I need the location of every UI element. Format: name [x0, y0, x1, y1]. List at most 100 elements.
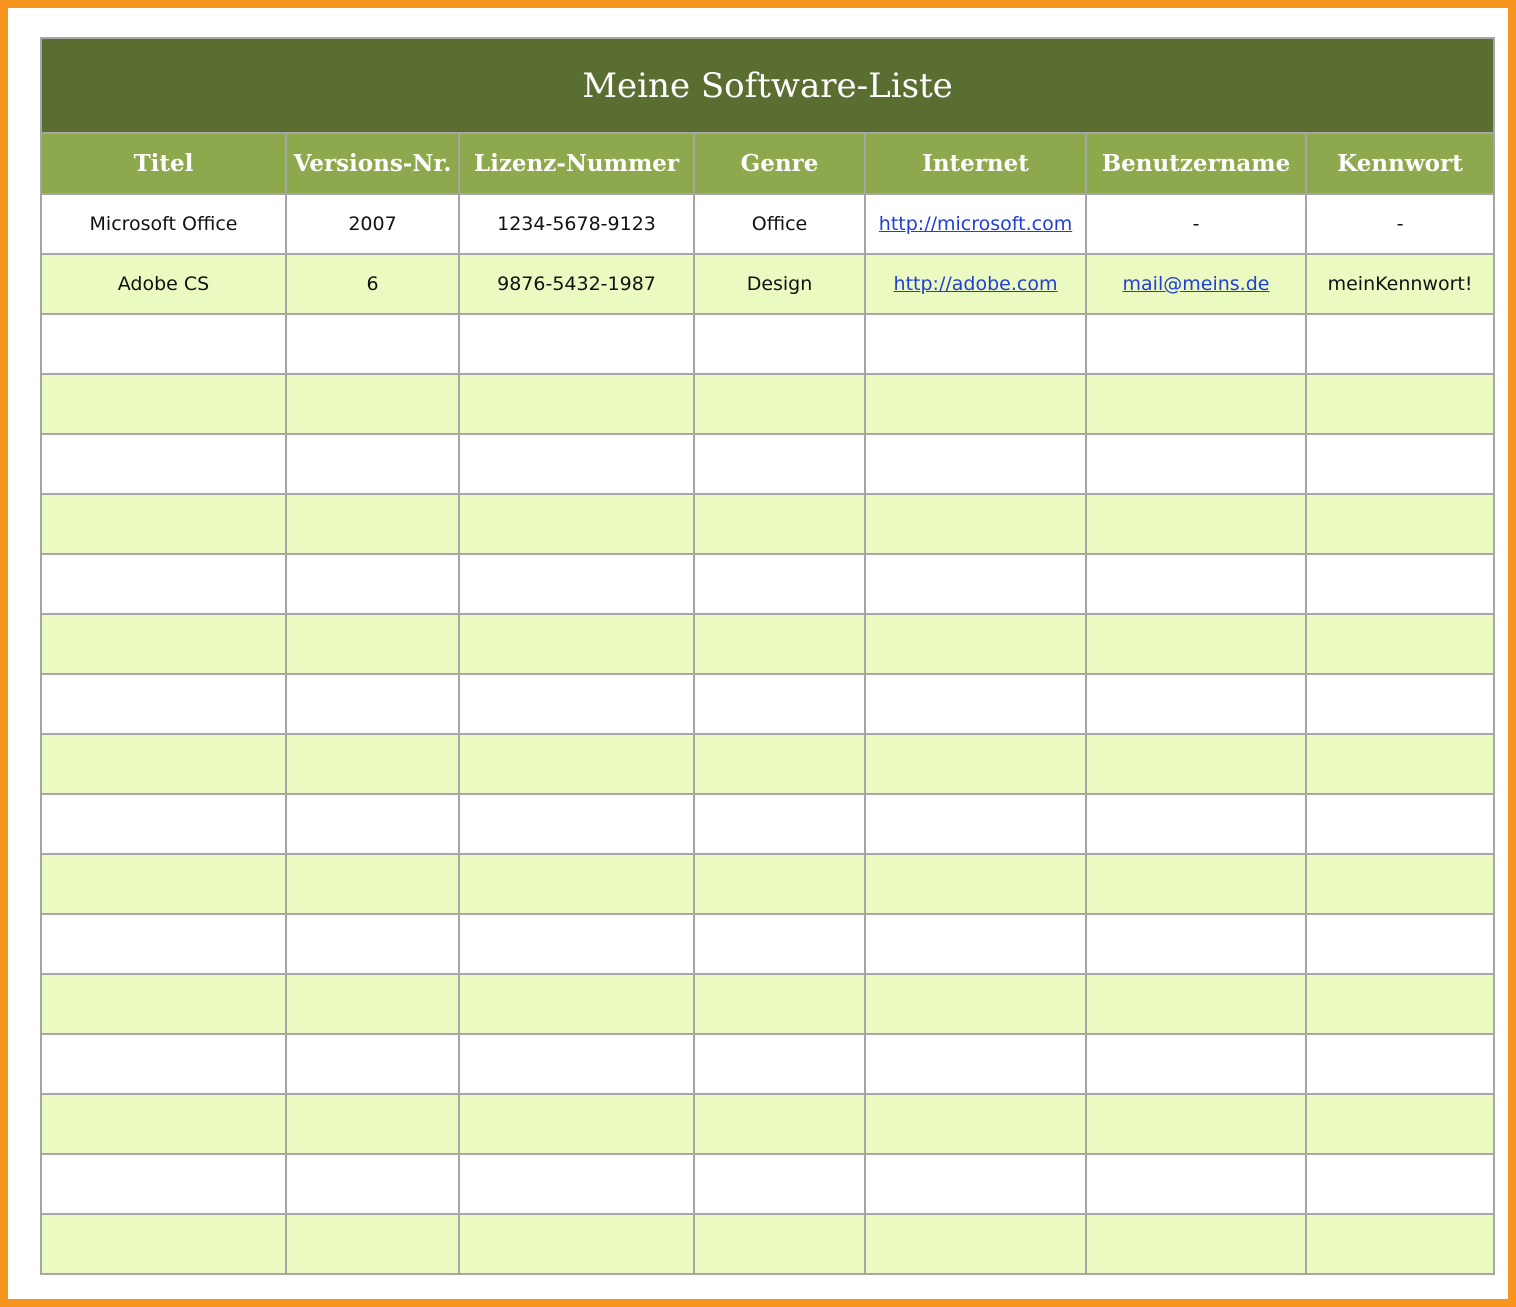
empty-cell-benutzername[interactable] [1085, 673, 1307, 735]
empty-cell-internet[interactable] [864, 853, 1087, 915]
empty-cell-version[interactable] [285, 913, 460, 975]
empty-cell-kennwort[interactable] [1304, 1093, 1496, 1155]
empty-cell-genre[interactable] [693, 1033, 866, 1095]
empty-cell-version[interactable] [285, 673, 460, 735]
empty-cell-genre[interactable] [693, 793, 866, 855]
cell-titel[interactable]: Adobe CS [40, 253, 287, 315]
empty-cell-internet[interactable] [864, 493, 1087, 555]
empty-cell-internet[interactable] [864, 313, 1087, 375]
empty-cell-version[interactable] [285, 493, 460, 555]
empty-cell-lizenz[interactable] [458, 1213, 695, 1275]
cell-titel[interactable]: Microsoft Office [40, 193, 287, 255]
empty-cell-titel[interactable] [40, 1093, 287, 1155]
empty-cell-lizenz[interactable] [458, 973, 695, 1035]
empty-cell-kennwort[interactable] [1304, 973, 1496, 1035]
empty-cell-kennwort[interactable] [1304, 373, 1496, 435]
empty-cell-titel[interactable] [40, 733, 287, 795]
cell-benutzername[interactable]: - [1085, 193, 1307, 255]
cell-lizenz[interactable]: 1234-5678-9123 [458, 193, 695, 255]
cell-genre[interactable]: Design [693, 253, 866, 315]
empty-cell-internet[interactable] [864, 793, 1087, 855]
empty-cell-benutzername[interactable] [1085, 793, 1307, 855]
empty-cell-titel[interactable] [40, 373, 287, 435]
internet-link[interactable]: http://microsoft.com [879, 213, 1072, 235]
empty-cell-genre[interactable] [693, 1213, 866, 1275]
empty-cell-version[interactable] [285, 853, 460, 915]
empty-cell-genre[interactable] [693, 1093, 866, 1155]
empty-cell-version[interactable] [285, 313, 460, 375]
empty-cell-internet[interactable] [864, 1093, 1087, 1155]
empty-cell-titel[interactable] [40, 493, 287, 555]
empty-cell-lizenz[interactable] [458, 913, 695, 975]
empty-cell-kennwort[interactable] [1304, 1153, 1496, 1215]
empty-cell-benutzername[interactable] [1085, 613, 1307, 675]
empty-cell-internet[interactable] [864, 613, 1087, 675]
empty-cell-version[interactable] [285, 1033, 460, 1095]
empty-cell-genre[interactable] [693, 433, 866, 495]
empty-cell-genre[interactable] [693, 1153, 866, 1215]
empty-cell-titel[interactable] [40, 1153, 287, 1215]
empty-cell-titel[interactable] [40, 853, 287, 915]
empty-cell-genre[interactable] [693, 493, 866, 555]
empty-cell-lizenz[interactable] [458, 433, 695, 495]
empty-cell-kennwort[interactable] [1304, 673, 1496, 735]
empty-cell-kennwort[interactable] [1304, 793, 1496, 855]
cell-internet[interactable]: http://adobe.com [864, 253, 1087, 315]
empty-cell-kennwort[interactable] [1304, 553, 1496, 615]
empty-cell-version[interactable] [285, 613, 460, 675]
empty-cell-titel[interactable] [40, 793, 287, 855]
empty-cell-version[interactable] [285, 733, 460, 795]
empty-cell-lizenz[interactable] [458, 493, 695, 555]
empty-cell-version[interactable] [285, 553, 460, 615]
empty-cell-internet[interactable] [864, 733, 1087, 795]
empty-cell-genre[interactable] [693, 913, 866, 975]
empty-cell-kennwort[interactable] [1304, 1033, 1496, 1095]
empty-cell-titel[interactable] [40, 313, 287, 375]
empty-cell-benutzername[interactable] [1085, 373, 1307, 435]
empty-cell-lizenz[interactable] [458, 733, 695, 795]
empty-cell-titel[interactable] [40, 613, 287, 675]
empty-cell-benutzername[interactable] [1085, 973, 1307, 1035]
empty-cell-lizenz[interactable] [458, 313, 695, 375]
empty-cell-benutzername[interactable] [1085, 913, 1307, 975]
empty-cell-benutzername[interactable] [1085, 1153, 1307, 1215]
cell-kennwort[interactable]: - [1304, 193, 1496, 255]
empty-cell-lizenz[interactable] [458, 793, 695, 855]
cell-internet[interactable]: http://microsoft.com [864, 193, 1087, 255]
empty-cell-kennwort[interactable] [1304, 493, 1496, 555]
empty-cell-internet[interactable] [864, 1153, 1087, 1215]
empty-cell-benutzername[interactable] [1085, 313, 1307, 375]
empty-cell-internet[interactable] [864, 553, 1087, 615]
cell-genre[interactable]: Office [693, 193, 866, 255]
empty-cell-lizenz[interactable] [458, 613, 695, 675]
empty-cell-titel[interactable] [40, 913, 287, 975]
empty-cell-genre[interactable] [693, 973, 866, 1035]
cell-version[interactable]: 6 [285, 253, 460, 315]
empty-cell-titel[interactable] [40, 553, 287, 615]
empty-cell-genre[interactable] [693, 853, 866, 915]
empty-cell-kennwort[interactable] [1304, 613, 1496, 675]
empty-cell-version[interactable] [285, 1213, 460, 1275]
empty-cell-titel[interactable] [40, 1213, 287, 1275]
empty-cell-benutzername[interactable] [1085, 1093, 1307, 1155]
empty-cell-internet[interactable] [864, 1213, 1087, 1275]
empty-cell-benutzername[interactable] [1085, 733, 1307, 795]
empty-cell-version[interactable] [285, 373, 460, 435]
empty-cell-lizenz[interactable] [458, 853, 695, 915]
empty-cell-internet[interactable] [864, 973, 1087, 1035]
empty-cell-titel[interactable] [40, 673, 287, 735]
empty-cell-titel[interactable] [40, 433, 287, 495]
empty-cell-internet[interactable] [864, 673, 1087, 735]
empty-cell-kennwort[interactable] [1304, 313, 1496, 375]
empty-cell-genre[interactable] [693, 673, 866, 735]
empty-cell-kennwort[interactable] [1304, 433, 1496, 495]
empty-cell-version[interactable] [285, 433, 460, 495]
email-link[interactable]: mail@meins.de [1123, 273, 1270, 295]
empty-cell-benutzername[interactable] [1085, 493, 1307, 555]
empty-cell-lizenz[interactable] [458, 1033, 695, 1095]
empty-cell-internet[interactable] [864, 1033, 1087, 1095]
empty-cell-internet[interactable] [864, 913, 1087, 975]
empty-cell-benutzername[interactable] [1085, 853, 1307, 915]
empty-cell-benutzername[interactable] [1085, 553, 1307, 615]
empty-cell-version[interactable] [285, 793, 460, 855]
